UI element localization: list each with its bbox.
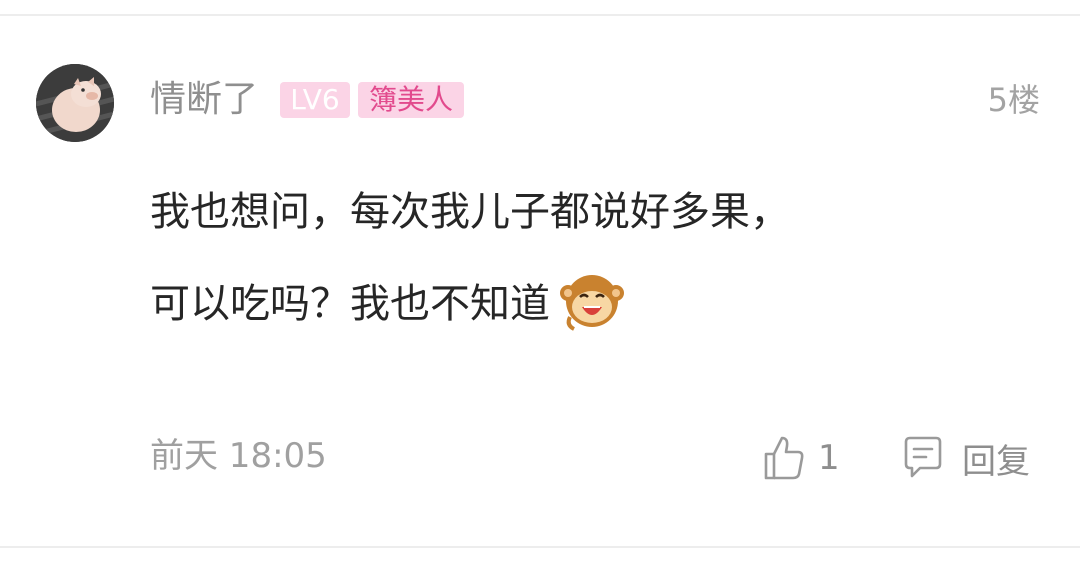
reply-label: 回复 [962, 441, 1030, 482]
comment-content: 我也想问，每次我儿子都说好多果， 可以吃吗？我也不知道 [150, 166, 1030, 350]
comment-text-line-2: 可以吃吗？我也不知道 [150, 258, 1030, 350]
post-time: 前天 18:05 [150, 436, 327, 476]
comment-text-line-1: 我也想问，每次我儿子都说好多果， [150, 189, 790, 235]
monkey-emoji-icon [556, 263, 628, 335]
title-badge: 簿美人 [358, 82, 464, 118]
avatar[interactable] [36, 64, 114, 142]
avatar-image [36, 64, 114, 142]
comment-text: 可以吃吗？我也不知道 [150, 281, 550, 327]
username[interactable]: 情断了 [150, 78, 258, 122]
like-button[interactable]: 1 [762, 432, 840, 484]
thumbs-up-icon [764, 436, 804, 480]
floor-number: 5楼 [987, 81, 1040, 119]
bottom-divider [0, 546, 1080, 548]
reply-button[interactable]: 回复 [900, 432, 1030, 484]
comment-bubble-icon [904, 436, 942, 478]
top-divider [0, 14, 1080, 16]
like-count: 1 [818, 438, 840, 478]
level-badge: LV6 [280, 82, 350, 118]
